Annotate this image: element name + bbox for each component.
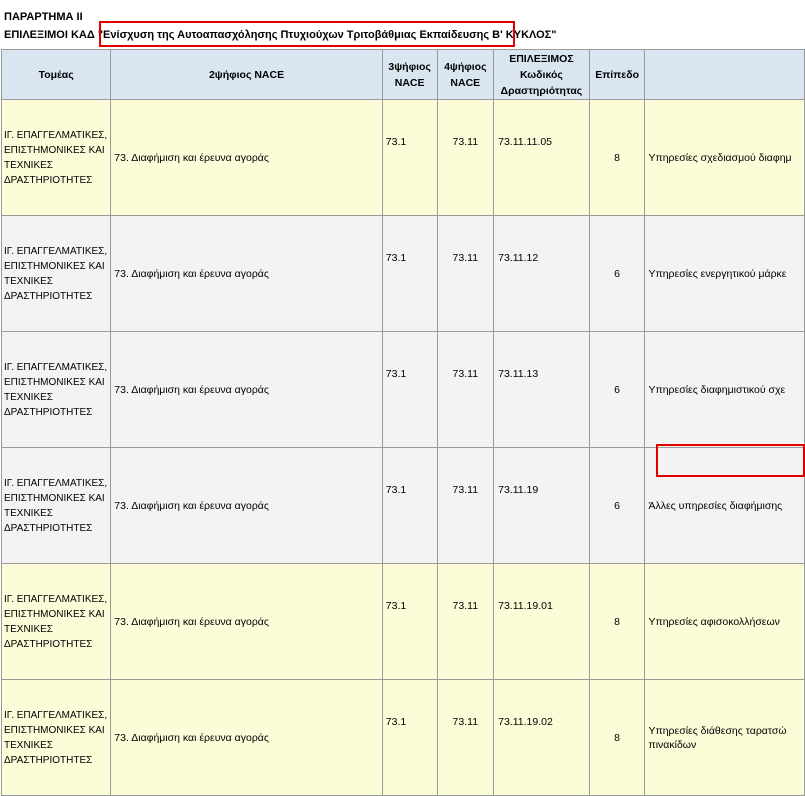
nace2-cell: 73. Διαφήμιση και έρευνα αγοράς — [110, 447, 383, 564]
code-cell: 73.11.12 — [493, 215, 590, 332]
sector-cell: ΙΓ. ΕΠΑΓΓΕΛΜΑΤΙΚΕΣ, ΕΠΙΣΤΗΜΟΝΙΚΕΣ ΚΑΙ ΤΕ… — [0, 563, 112, 680]
cycle-label: Β' ΚΥΚΛΟΣ" — [489, 29, 557, 41]
code-cell: 73.11.19.02 — [493, 679, 590, 796]
nace3-cell: 73.1 — [381, 447, 438, 564]
nace4-cell: 73.11 — [436, 331, 495, 448]
sector-cell: ΙΓ. ΕΠΑΓΓΕΛΜΑΤΙΚΕΣ, ΕΠΙΣΤΗΜΟΝΙΚΕΣ ΚΑΙ ΤΕ… — [0, 679, 112, 796]
sector-cell: ΙΓ. ΕΠΑΓΓΕΛΜΑΤΙΚΕΣ, ΕΠΙΣΤΗΜΟΝΙΚΕΣ ΚΑΙ ΤΕ… — [0, 447, 112, 564]
table-row: ΙΓ. ΕΠΑΓΓΕΛΜΑΤΙΚΕΣ, ΕΠΙΣΤΗΜΟΝΙΚΕΣ ΚΑΙ ΤΕ… — [0, 99, 805, 216]
level-cell: 6 — [588, 447, 646, 564]
col-header-description — [644, 49, 805, 100]
description-cell: Υπηρεσίες αφισοκολλήσεων — [644, 563, 805, 680]
nace2-cell: 73. Διαφήμιση και έρευνα αγοράς — [110, 679, 383, 796]
document-header: ΠΑΡΑΡΤΗΜΑ ΙΙ ΕΠΙΛΕΞΙΜΟΙ ΚΑΔ "Ενίσχυση τη… — [4, 8, 556, 44]
annex-title: ΠΑΡΑΡΤΗΜΑ ΙΙ — [4, 11, 83, 23]
code-cell: 73.11.11.05 — [493, 99, 590, 216]
program-name: "Ενίσχυση της Αυτοαπασχόλησης Πτυχιούχων… — [97, 29, 490, 41]
table-row: ΙΓ. ΕΠΑΓΓΕΛΜΑΤΙΚΕΣ, ΕΠΙΣΤΗΜΟΝΙΚΕΣ ΚΑΙ ΤΕ… — [0, 447, 805, 564]
description-cell: Άλλες υπηρεσίες διαφήμισης — [644, 447, 805, 564]
description-cell: Υπηρεσίες διαφημιστικού σχε — [644, 331, 805, 448]
col-header-sector: Τομέας — [0, 49, 112, 100]
header-line: ΕΠΙΛΕΞΙΜΟΙ ΚΑΔ "Ενίσχυση της Αυτοαπασχόλ… — [4, 26, 556, 44]
eligible-codes-table: Τομέας 2ψήφιος NACE 3ψήφιος NACE 4ψήφιος… — [0, 49, 805, 796]
nace4-cell: 73.11 — [436, 563, 495, 680]
col-header-code: ΕΠΙΛΕΞΙΜΟΣ Κωδικός Δραστηριότητας — [493, 49, 590, 100]
sector-cell: ΙΓ. ΕΠΑΓΓΕΛΜΑΤΙΚΕΣ, ΕΠΙΣΤΗΜΟΝΙΚΕΣ ΚΑΙ ΤΕ… — [0, 215, 112, 332]
table-row: ΙΓ. ΕΠΑΓΓΕΛΜΑΤΙΚΕΣ, ΕΠΙΣΤΗΜΟΝΙΚΕΣ ΚΑΙ ΤΕ… — [0, 679, 805, 796]
col-header-nace4: 4ψήφιος NACE — [436, 49, 495, 100]
nace4-cell: 73.11 — [436, 447, 495, 564]
level-cell: 8 — [588, 99, 646, 216]
sector-cell: ΙΓ. ΕΠΑΓΓΕΛΜΑΤΙΚΕΣ, ΕΠΙΣΤΗΜΟΝΙΚΕΣ ΚΑΙ ΤΕ… — [0, 331, 112, 448]
col-header-nace2: 2ψήφιος NACE — [110, 49, 383, 100]
nace2-cell: 73. Διαφήμιση και έρευνα αγοράς — [110, 331, 383, 448]
nace3-cell: 73.1 — [381, 99, 438, 216]
table-row: ΙΓ. ΕΠΑΓΓΕΛΜΑΤΙΚΕΣ, ΕΠΙΣΤΗΜΟΝΙΚΕΣ ΚΑΙ ΤΕ… — [0, 563, 805, 680]
description-cell: Υπηρεσίες διάθεσης ταρατσώ πινακίδων — [644, 679, 805, 796]
description-cell: Υπηρεσίες ενεργητικού μάρκε — [644, 215, 805, 332]
col-header-nace3: 3ψήφιος NACE — [381, 49, 438, 100]
code-cell: 73.11.13 — [493, 331, 590, 448]
nace2-cell: 73. Διαφήμιση και έρευνα αγοράς — [110, 563, 383, 680]
nace2-cell: 73. Διαφήμιση και έρευνα αγοράς — [110, 215, 383, 332]
level-cell: 8 — [588, 679, 646, 796]
description-cell: Υπηρεσίες σχεδιασμού διαφημ — [644, 99, 805, 216]
nace2-cell: 73. Διαφήμιση και έρευνα αγοράς — [110, 99, 383, 216]
code-cell: 73.11.19 — [493, 447, 590, 564]
level-cell: 6 — [588, 331, 646, 448]
nace4-cell: 73.11 — [436, 99, 495, 216]
table-row: ΙΓ. ΕΠΑΓΓΕΛΜΑΤΙΚΕΣ, ΕΠΙΣΤΗΜΟΝΙΚΕΣ ΚΑΙ ΤΕ… — [0, 215, 805, 332]
table-row: ΙΓ. ΕΠΑΓΓΕΛΜΑΤΙΚΕΣ, ΕΠΙΣΤΗΜΟΝΙΚΕΣ ΚΑΙ ΤΕ… — [0, 331, 805, 448]
level-cell: 6 — [588, 215, 646, 332]
col-header-level: Επίπεδο — [588, 49, 646, 100]
code-cell: 73.11.19.01 — [493, 563, 590, 680]
eligible-kad-label: ΕΠΙΛΕΞΙΜΟΙ ΚΑΔ — [4, 29, 95, 41]
table-header-row: Τομέας 2ψήφιος NACE 3ψήφιος NACE 4ψήφιος… — [0, 49, 805, 100]
level-cell: 8 — [588, 563, 646, 680]
nace4-cell: 73.11 — [436, 215, 495, 332]
sector-cell: ΙΓ. ΕΠΑΓΓΕΛΜΑΤΙΚΕΣ, ΕΠΙΣΤΗΜΟΝΙΚΕΣ ΚΑΙ ΤΕ… — [0, 99, 112, 216]
nace3-cell: 73.1 — [381, 563, 438, 680]
nace3-cell: 73.1 — [381, 331, 438, 448]
nace4-cell: 73.11 — [436, 679, 495, 796]
nace3-cell: 73.1 — [381, 215, 438, 332]
nace3-cell: 73.1 — [381, 679, 438, 796]
